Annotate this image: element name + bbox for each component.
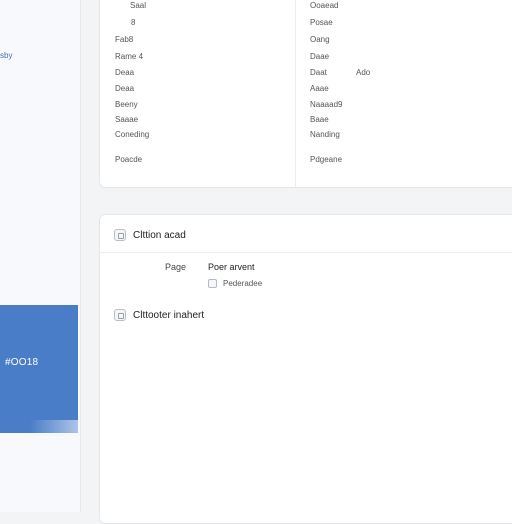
details-card: Saal 8 Fab8 Rame 4 Deaa Deaa Beeny Saaae…	[99, 0, 512, 188]
section2-header[interactable]: Clttooter inahert	[114, 309, 204, 321]
field-left-3: Fab8	[115, 35, 133, 44]
sidebar-selected-item[interactable]: #OO18	[0, 305, 78, 433]
field-left-5: Deaa	[115, 68, 134, 77]
main-content: Saal 8 Fab8 Rame 4 Deaa Deaa Beeny Saaae…	[81, 0, 512, 512]
sidebar-selected-label: #OO18	[5, 357, 38, 368]
section1-divider	[100, 252, 512, 253]
sidebar: sby #OO18	[0, 0, 81, 512]
section2-icon	[114, 309, 126, 321]
field-left-10: Poacde	[115, 155, 142, 164]
field-left-8: Saaae	[115, 115, 138, 124]
field-left-7: Beeny	[115, 100, 138, 109]
field-right-4: Daae	[310, 52, 329, 61]
field-left-9: Coneding	[115, 130, 149, 139]
field-right-2: Posae	[310, 18, 333, 27]
field-right-6: Aaae	[310, 84, 329, 93]
section2-title: Clttooter inahert	[133, 310, 204, 321]
field-right-5-value: Ado	[356, 68, 370, 77]
column-divider	[295, 0, 296, 188]
field-right-7: Naaaad9	[310, 100, 342, 109]
field-left-1: Saal	[130, 1, 146, 10]
field-left-4: Rame 4	[115, 52, 143, 61]
section1-row-label: Page	[165, 262, 186, 272]
section1-title: Clttion acad	[133, 230, 186, 241]
field-right-10: Pdgeane	[310, 155, 342, 164]
field-left-2: 8	[131, 18, 135, 27]
section1-row-value: Poer arvent	[208, 262, 255, 272]
sidebar-link[interactable]: sby	[0, 51, 12, 60]
sidebar-highlight	[30, 420, 78, 433]
field-right-5: Daat	[310, 68, 327, 77]
field-right-8: Baae	[310, 115, 329, 124]
sections-card: Clttion acad Page Poer arvent Pederadee …	[99, 214, 512, 524]
section1-icon	[114, 229, 126, 241]
field-right-9: Nanding	[310, 130, 340, 139]
field-left-6: Deaa	[115, 84, 134, 93]
field-right-1: Ooaead	[310, 1, 338, 10]
sub-item-icon	[208, 279, 217, 288]
section1-header[interactable]: Clttion acad	[114, 229, 186, 241]
section1-sub-item[interactable]: Pederadee	[208, 279, 262, 288]
sub-item-label: Pederadee	[223, 279, 262, 288]
field-right-3: Oang	[310, 35, 330, 44]
